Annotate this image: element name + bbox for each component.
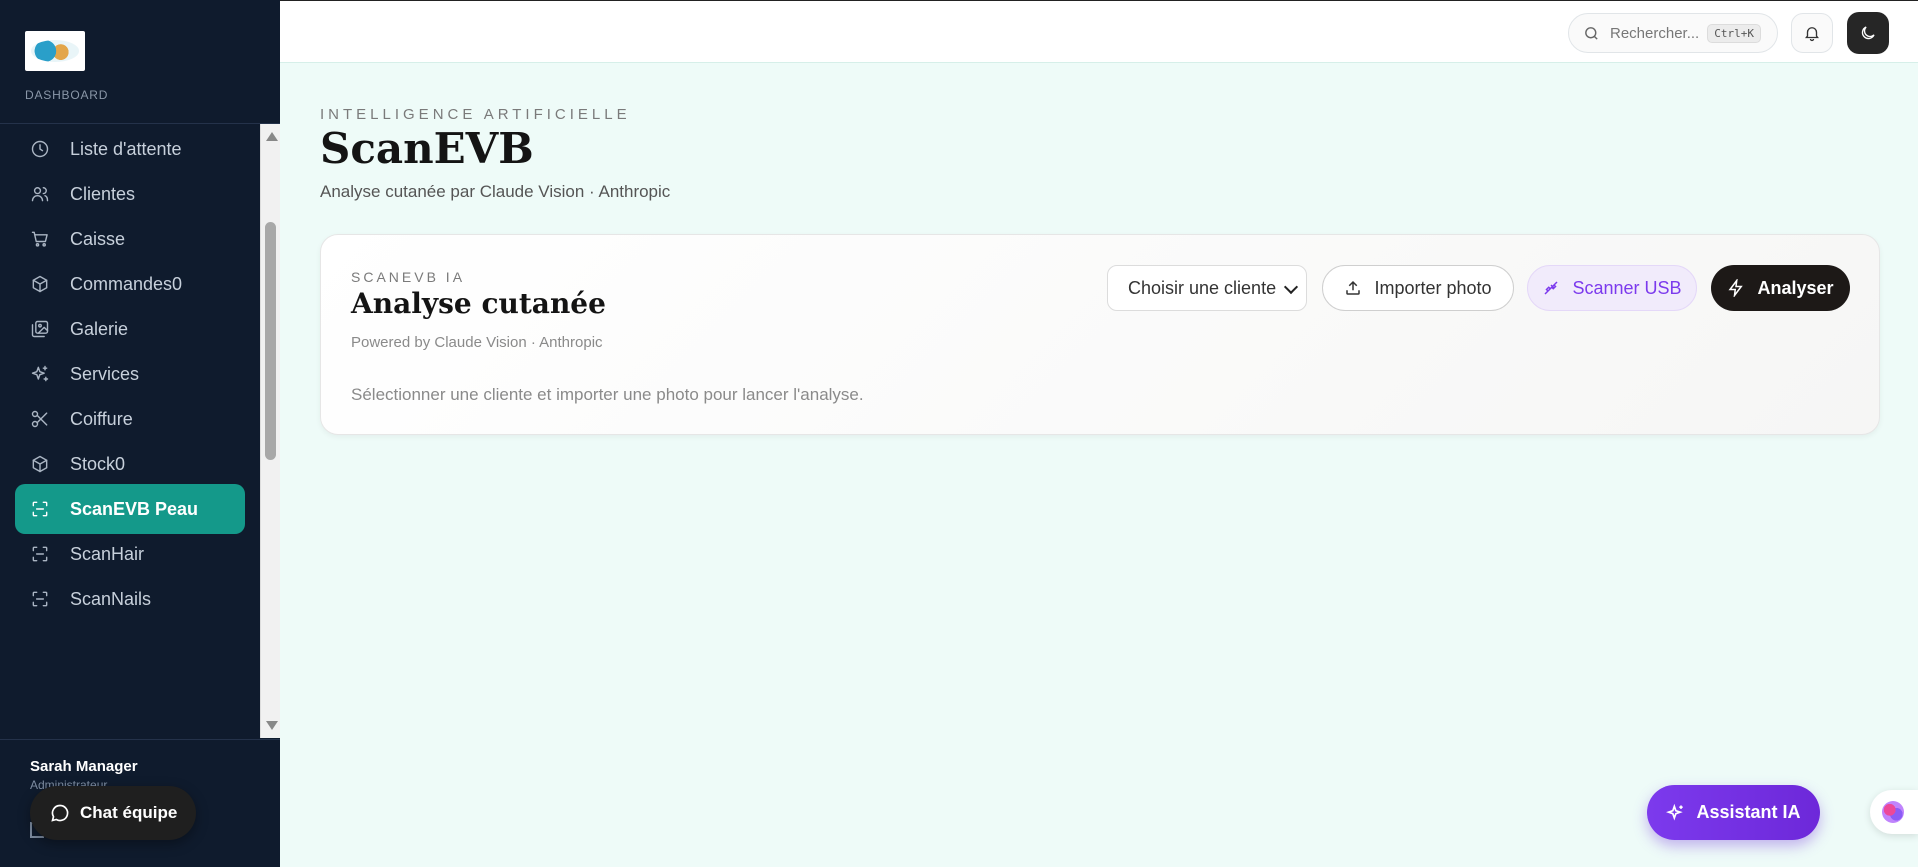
import-photo-button[interactable]: Importer photo: [1322, 265, 1514, 311]
scan-icon: [30, 589, 50, 609]
sidebar: DASHBOARD Liste d'attente Clientes Caiss…: [0, 0, 280, 867]
brand-logo[interactable]: [25, 31, 85, 71]
client-select[interactable]: Choisir une cliente: [1107, 265, 1307, 311]
sidebar-item-label: Services: [70, 363, 140, 384]
scissors-icon: [30, 409, 50, 429]
sidebar-item-label: Commandes0: [70, 273, 183, 294]
sidebar-scrollbar[interactable]: [260, 124, 280, 738]
gallery-icon: [30, 319, 50, 339]
notifications-button[interactable]: [1791, 13, 1833, 53]
sidebar-footer-divider: [0, 739, 280, 740]
card-instruction: Sélectionner une cliente et importer une…: [351, 385, 864, 404]
search-placeholder: Rechercher...: [1610, 24, 1700, 42]
scroll-down-arrow-icon[interactable]: [266, 721, 278, 730]
clock-icon: [30, 139, 50, 159]
brain-widget-button[interactable]: [1870, 790, 1918, 834]
analyze-label: Analyser: [1757, 277, 1834, 298]
assistant-label: Assistant IA: [1696, 802, 1801, 822]
sparkles-icon: [1666, 803, 1684, 821]
user-name: Sarah Manager: [30, 758, 138, 775]
box-icon: [30, 274, 50, 294]
upload-icon: [1346, 280, 1361, 295]
scroll-thumb[interactable]: [265, 222, 276, 460]
analyze-button[interactable]: Analyser: [1711, 265, 1850, 311]
scan-icon: [30, 544, 50, 564]
sidebar-item-commandes[interactable]: Commandes0: [15, 259, 245, 309]
card-powered-by: Powered by Claude Vision · Anthropic: [351, 334, 603, 351]
page-eyebrow: INTELLIGENCE ARTIFICIELLE: [320, 106, 631, 123]
sidebar-item-label: ScanNails: [70, 588, 152, 609]
sidebar-item-label: Clientes: [70, 183, 136, 204]
sidebar-item-scanhair[interactable]: ScanHair: [15, 529, 245, 579]
sidebar-item-label: Galerie: [70, 318, 129, 339]
search-input[interactable]: Rechercher... Ctrl+K: [1568, 13, 1778, 53]
chat-equipe-button[interactable]: Chat équipe: [30, 786, 196, 840]
sidebar-item-galerie[interactable]: Galerie: [15, 304, 245, 354]
moon-icon: [1861, 26, 1875, 40]
sidebar-item-label: Liste d'attente: [70, 138, 182, 159]
scroll-up-arrow-icon[interactable]: [266, 132, 278, 141]
page-title: ScanEVB: [320, 124, 534, 173]
search-shortcut-badge: Ctrl+K: [1707, 23, 1761, 43]
sidebar-item-label: ScanHair: [70, 543, 145, 564]
sidebar-item-stock[interactable]: Stock0: [15, 439, 245, 489]
client-select-value: Choisir une cliente: [1128, 277, 1277, 298]
card-title: Analyse cutanée: [351, 287, 606, 320]
sidebar-item-services[interactable]: Services: [15, 349, 245, 399]
sidebar-item-clientes[interactable]: Clientes: [15, 169, 245, 219]
page-subtitle: Analyse cutanée par Claude Vision · Anth…: [320, 182, 671, 201]
top-bar: Rechercher... Ctrl+K: [280, 0, 1918, 63]
assistant-ia-button[interactable]: Assistant IA: [1647, 785, 1820, 840]
chat-bubble-icon: [51, 804, 69, 822]
sidebar-item-label: Caisse: [70, 228, 126, 249]
sidebar-item-label: Stock0: [70, 453, 126, 474]
users-icon: [30, 184, 50, 204]
import-photo-label: Importer photo: [1374, 277, 1492, 298]
card-eyebrow: SCANEVB IA: [351, 269, 466, 285]
search-icon: [1585, 26, 1598, 40]
chat-button-label: Chat équipe: [80, 803, 178, 822]
sparkles-icon: [30, 364, 50, 384]
theme-toggle-button[interactable]: [1847, 12, 1889, 54]
usb-icon: [1544, 281, 1558, 295]
analysis-card: SCANEVB IA Analyse cutanée Powered by Cl…: [320, 234, 1880, 435]
sidebar-item-label: ScanEVB Peau: [70, 498, 199, 519]
sidebar-item-scannails[interactable]: ScanNails: [15, 574, 245, 624]
scanner-usb-button[interactable]: Scanner USB: [1527, 265, 1697, 311]
lightning-icon: [1728, 279, 1744, 297]
chevron-down-icon: [1283, 279, 1299, 295]
sidebar-item-label: Coiffure: [70, 408, 133, 429]
brain-icon: [1882, 801, 1904, 823]
logo-image: [31, 40, 79, 62]
sidebar-nav: Liste d'attente Clientes Caisse Commande…: [0, 124, 260, 738]
scan-icon: [30, 499, 50, 519]
box-icon: [30, 454, 50, 474]
sidebar-item-caisse[interactable]: Caisse: [15, 214, 245, 264]
scanner-usb-label: Scanner USB: [1572, 277, 1682, 298]
cart-icon: [30, 229, 50, 249]
sidebar-item-coiffure[interactable]: Coiffure: [15, 394, 245, 444]
bell-icon: [1805, 27, 1819, 42]
sidebar-section-label: DASHBOARD: [25, 88, 109, 102]
sidebar-item-liste-attente[interactable]: Liste d'attente: [15, 124, 245, 174]
sidebar-item-scanevb-peau[interactable]: ScanEVB Peau: [15, 484, 245, 534]
